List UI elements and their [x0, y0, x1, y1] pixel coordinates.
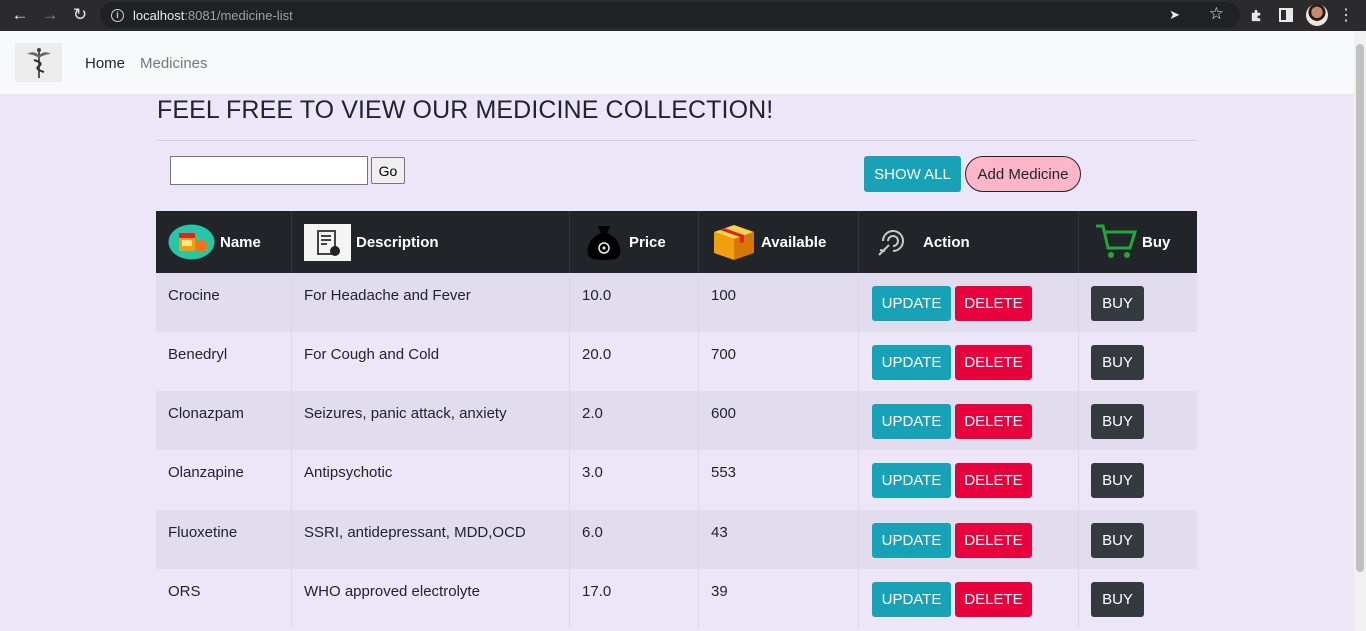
nav-home-link[interactable]: Home — [85, 55, 125, 72]
send-icon[interactable]: ➤ — [1169, 7, 1180, 23]
table-row: Olanzapine Antipsychotic 3.0 553 UPDATE … — [156, 450, 1197, 509]
cell-available: 600 — [699, 391, 859, 450]
cell-price: 17.0 — [570, 569, 699, 628]
buy-button[interactable]: BUY — [1091, 582, 1144, 617]
forward-arrow-icon[interactable]: → — [39, 4, 61, 26]
cell-price: 6.0 — [570, 510, 699, 569]
cell-name: Crocine — [156, 273, 292, 332]
update-button[interactable]: UPDATE — [872, 345, 951, 380]
url-text: localhost:8081/medicine-list — [133, 7, 293, 23]
side-panel-icon[interactable] — [1276, 5, 1296, 25]
scrollbar-thumb[interactable] — [1356, 44, 1364, 572]
info-icon[interactable]: i — [111, 8, 124, 22]
cell-name: Fluoxetine — [156, 510, 292, 569]
address-bar[interactable]: i localhost:8081/medicine-list ➤ ☆ — [100, 2, 1240, 28]
cell-description: Seizures, panic attack, anxiety — [292, 391, 570, 450]
search-input[interactable] — [170, 156, 368, 185]
buy-button[interactable]: BUY — [1091, 286, 1144, 321]
reload-icon[interactable]: ↻ — [69, 4, 91, 26]
buy-button[interactable]: BUY — [1091, 404, 1144, 439]
cell-action: UPDATE DELETE — [859, 569, 1079, 628]
delete-button[interactable]: DELETE — [955, 404, 1032, 439]
cell-buy: BUY — [1079, 332, 1197, 391]
go-button[interactable]: Go — [371, 157, 405, 184]
cell-price: 2.0 — [570, 391, 699, 450]
bookmark-star-icon[interactable]: ☆ — [1209, 4, 1224, 24]
cell-price: 3.0 — [570, 450, 699, 509]
cell-name: Clonazpam — [156, 391, 292, 450]
table-row: Clonazpam Seizures, panic attack, anxiet… — [156, 391, 1197, 450]
pills-icon — [168, 224, 215, 260]
cell-available: 43 — [699, 510, 859, 569]
cell-buy: BUY — [1079, 569, 1197, 628]
caduceus-logo-icon[interactable] — [15, 43, 62, 82]
add-medicine-button[interactable]: Add Medicine — [965, 156, 1081, 192]
page-title: FEEL FREE TO VIEW OUR MEDICINE COLLECTIO… — [157, 96, 774, 124]
update-button[interactable]: UPDATE — [872, 463, 951, 498]
navbar: Home Medicines — [0, 31, 1354, 94]
update-button[interactable]: UPDATE — [872, 523, 951, 558]
cell-description: Antipsychotic — [292, 450, 570, 509]
buy-button[interactable]: BUY — [1091, 463, 1144, 498]
update-button[interactable]: UPDATE — [872, 404, 951, 439]
delete-button[interactable]: DELETE — [955, 345, 1032, 380]
cell-action: UPDATE DELETE — [859, 391, 1079, 450]
cell-available: 553 — [699, 450, 859, 509]
buy-button[interactable]: BUY — [1091, 523, 1144, 558]
cell-name: Benedryl — [156, 332, 292, 391]
back-arrow-icon[interactable]: ← — [9, 4, 31, 26]
browser-toolbar: ← → ↻ i localhost:8081/medicine-list ➤ ☆… — [0, 0, 1366, 31]
cell-buy: BUY — [1079, 450, 1197, 509]
cell-description: SSRI, antidepressant, MDD,OCD — [292, 510, 570, 569]
cell-description: For Cough and Cold — [292, 332, 570, 391]
update-button[interactable]: UPDATE — [872, 286, 951, 321]
cell-description: For Headache and Fever — [292, 273, 570, 332]
cell-action: UPDATE DELETE — [859, 450, 1079, 509]
table-row: Benedryl For Cough and Cold 20.0 700 UPD… — [156, 332, 1197, 391]
swirl-action-icon — [877, 227, 909, 257]
extensions-puzzle-icon[interactable] — [1246, 5, 1266, 25]
cell-action: UPDATE DELETE — [859, 332, 1079, 391]
cell-name: ORS — [156, 569, 292, 628]
delete-button[interactable]: DELETE — [955, 523, 1032, 558]
show-all-button[interactable]: SHOW ALL — [864, 156, 961, 192]
table-row: ORS WHO approved electrolyte 17.0 39 UPD… — [156, 569, 1197, 628]
divider — [157, 140, 1197, 141]
prescription-icon — [304, 223, 351, 261]
cell-price: 10.0 — [570, 273, 699, 332]
buy-button[interactable]: BUY — [1091, 345, 1144, 380]
cell-action: UPDATE DELETE — [859, 273, 1079, 332]
menu-kebab-icon[interactable]: ⋮ — [1336, 5, 1356, 25]
column-header-name: Name — [156, 211, 292, 273]
cell-available: 39 — [699, 569, 859, 628]
delete-button[interactable]: DELETE — [955, 582, 1032, 617]
cell-buy: BUY — [1079, 391, 1197, 450]
money-bag-icon — [584, 222, 624, 262]
column-header-price: Price — [570, 211, 699, 273]
cell-name: Olanzapine — [156, 450, 292, 509]
update-button[interactable]: UPDATE — [872, 582, 951, 617]
shopping-cart-icon — [1095, 223, 1137, 261]
table-row: Fluoxetine SSRI, antidepressant, MDD,OCD… — [156, 510, 1197, 569]
cell-price: 20.0 — [570, 332, 699, 391]
table-header: Name Description Price Available Action … — [156, 211, 1197, 273]
nav-medicines-link[interactable]: Medicines — [140, 55, 208, 72]
column-header-action: Action — [859, 211, 1079, 273]
cell-available: 100 — [699, 273, 859, 332]
cell-action: UPDATE DELETE — [859, 510, 1079, 569]
package-box-icon — [712, 223, 756, 261]
column-header-available: Available — [699, 211, 859, 273]
delete-button[interactable]: DELETE — [955, 286, 1032, 321]
profile-avatar[interactable] — [1306, 4, 1328, 26]
delete-button[interactable]: DELETE — [955, 463, 1032, 498]
table-row: Crocine For Headache and Fever 10.0 100 … — [156, 273, 1197, 332]
cell-buy: BUY — [1079, 273, 1197, 332]
cell-description: WHO approved electrolyte — [292, 569, 570, 628]
column-header-description: Description — [292, 211, 570, 273]
cell-available: 700 — [699, 332, 859, 391]
column-header-buy: Buy — [1079, 211, 1197, 273]
cell-buy: BUY — [1079, 510, 1197, 569]
